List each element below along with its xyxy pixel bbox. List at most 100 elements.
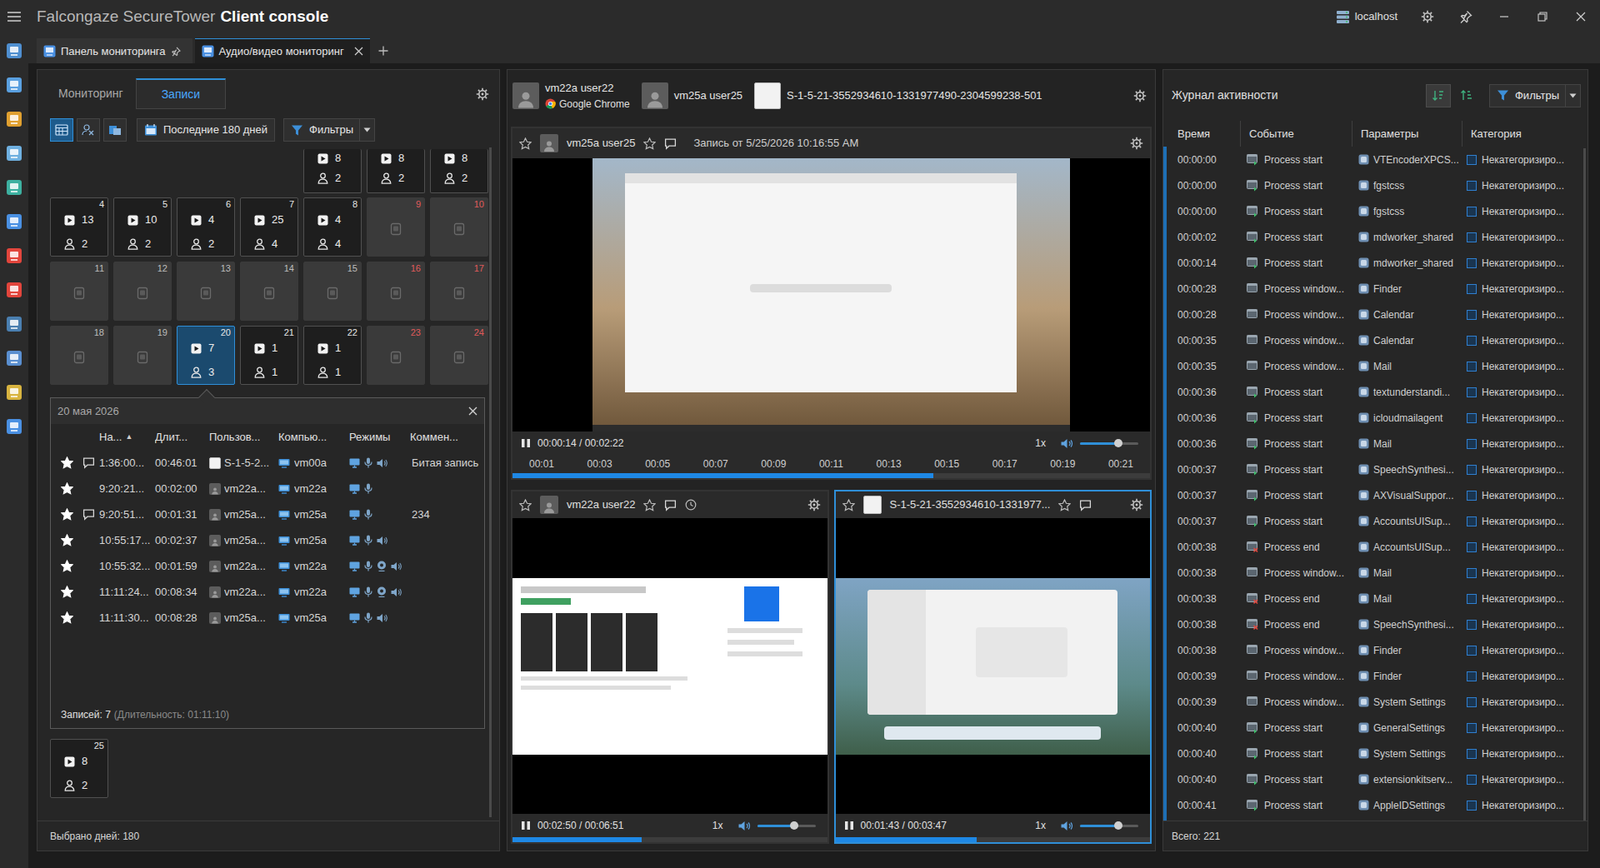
activity-row[interactable]: 00:00:40Process startextensionkitserv...… xyxy=(1166,766,1581,793)
calendar-cell[interactable]: 23 xyxy=(366,325,425,385)
activity-row[interactable]: 00:00:38Process endSpeechSynthesi...Нека… xyxy=(1166,611,1581,638)
calendar-cell[interactable]: 14 xyxy=(240,261,299,321)
calendar-cell[interactable]: 2211 xyxy=(303,325,362,385)
server-indicator[interactable]: localhost xyxy=(1335,8,1398,25)
calendar-cell[interactable]: 17 xyxy=(430,261,489,321)
pause-icon[interactable] xyxy=(520,438,531,449)
volume-icon[interactable] xyxy=(738,820,751,832)
activity-scrollbar[interactable] xyxy=(1580,146,1588,821)
view-button[interactable] xyxy=(103,118,127,142)
column-header[interactable]: Категория xyxy=(1461,120,1580,147)
dashboard-icon[interactable] xyxy=(5,42,23,60)
activity-row[interactable]: 00:00:36Process startMailНекатегоризиро.… xyxy=(1166,430,1581,457)
favorite-user-star-icon[interactable] xyxy=(842,499,855,512)
day-box[interactable]: 82 xyxy=(430,149,489,194)
calendar-scrollbar[interactable] xyxy=(489,147,492,818)
volume-knob[interactable] xyxy=(1114,439,1123,448)
day-box[interactable]: 14 xyxy=(240,261,299,321)
column-header[interactable]: Коммен... xyxy=(410,429,485,446)
calendar-cell[interactable]: 82 xyxy=(303,149,362,194)
playback-speed[interactable]: 1x xyxy=(1035,435,1046,451)
calendar-cell[interactable]: 12 xyxy=(113,261,172,321)
clock-icon[interactable] xyxy=(685,499,697,511)
column-header[interactable]: На...▲ xyxy=(99,429,155,446)
calendar-cell[interactable]: 2582 xyxy=(50,739,109,799)
column-header[interactable]: Время xyxy=(1166,120,1240,147)
day-box[interactable]: 2582 xyxy=(50,739,109,799)
calendar-cell[interactable]: 16 xyxy=(366,261,425,321)
player-settings-gear-icon[interactable] xyxy=(1130,136,1144,150)
calendar-cell[interactable]: 11 xyxy=(50,261,109,321)
pause-icon[interactable] xyxy=(844,820,855,831)
activity-row[interactable]: 00:00:38Process endMailНекатегоризиро... xyxy=(1166,585,1581,612)
calendar-cell[interactable]: 4132 xyxy=(50,197,109,257)
volume-knob[interactable] xyxy=(790,821,799,830)
activity-row[interactable]: 00:00:37Process startSpeechSynthesi...Не… xyxy=(1166,456,1581,483)
session-item[interactable]: vm25a user25 xyxy=(641,82,743,110)
calendar-cell[interactable]: 82 xyxy=(366,149,425,194)
video-player[interactable]: S-1-5-21-3552934610-1331977...00:01:43 /… xyxy=(834,490,1153,845)
day-box[interactable]: 2211 xyxy=(303,325,362,385)
menu-icon[interactable] xyxy=(6,10,22,24)
popup-close-icon[interactable] xyxy=(468,406,478,416)
progress-track[interactable] xyxy=(835,837,1151,843)
reports-icon[interactable] xyxy=(5,384,23,401)
security-icon[interactable] xyxy=(5,281,23,299)
dropdown-caret-icon[interactable] xyxy=(363,127,371,133)
calendar-cell[interactable]: 19 xyxy=(113,325,172,385)
calendar-cell[interactable]: 2111 xyxy=(240,325,299,385)
activity-row[interactable]: 00:00:14Process startmdworker_sharedНека… xyxy=(1166,250,1581,276)
volume-icon[interactable] xyxy=(1060,820,1074,832)
video-player[interactable]: vm22a user2200:02:50 / 00:06:511x xyxy=(510,490,830,845)
day-box[interactable]: 11 xyxy=(50,261,109,321)
progress-track[interactable] xyxy=(512,837,828,843)
activity-row[interactable]: 00:00:35Process window...MailНекатегориз… xyxy=(1166,353,1581,380)
activity-row[interactable]: 00:00:38Process window...FinderНекатегор… xyxy=(1166,637,1581,664)
add-comment-icon[interactable] xyxy=(664,137,677,150)
day-box[interactable]: 844 xyxy=(303,197,362,257)
activity-row[interactable]: 00:00:36Process starttextunderstandi...Н… xyxy=(1166,379,1581,405)
monitor-icon[interactable] xyxy=(5,418,23,435)
add-comment-icon[interactable] xyxy=(1079,499,1092,512)
restore-icon[interactable] xyxy=(1537,11,1548,22)
day-box[interactable]: 82 xyxy=(366,149,425,194)
user-search-icon[interactable] xyxy=(5,145,23,162)
favorite-user-star-icon[interactable] xyxy=(519,137,532,150)
activity-row[interactable]: 00:00:35Process window...CalendarНекатег… xyxy=(1166,327,1581,354)
activity-row[interactable]: 00:00:40Process startSystem SettingsНека… xyxy=(1166,740,1581,767)
activity-row[interactable]: 00:00:39Process window...FinderНекатегор… xyxy=(1166,663,1581,690)
calendar-cell[interactable]: 13 xyxy=(176,261,235,321)
activity-row[interactable]: 00:00:40Process startGeneralSettingsНека… xyxy=(1166,715,1581,741)
day-box[interactable]: 4132 xyxy=(50,197,109,257)
activity-row[interactable]: 00:00:00Process startVTEncoderXPCS...Нек… xyxy=(1166,146,1581,173)
sort-button[interactable] xyxy=(1454,84,1480,108)
volume-slider[interactable] xyxy=(757,825,816,828)
day-box[interactable]: 10 xyxy=(430,197,489,257)
day-box[interactable]: 16 xyxy=(366,261,425,321)
day-box[interactable]: 23 xyxy=(366,325,425,385)
playback-speed[interactable]: 1x xyxy=(712,818,724,834)
close-icon[interactable] xyxy=(1575,11,1586,22)
day-box[interactable]: 642 xyxy=(176,197,235,257)
pause-icon[interactable] xyxy=(520,820,531,831)
favorite-record-star-icon[interactable] xyxy=(643,137,656,150)
player-settings-gear-icon[interactable] xyxy=(807,498,821,512)
search-icon[interactable] xyxy=(5,76,23,94)
video-player[interactable]: vm25a user25Запись от 5/25/2026 10:16:55… xyxy=(510,126,1152,480)
day-box[interactable]: 7254 xyxy=(240,197,299,257)
column-header[interactable]: Режимы xyxy=(349,429,410,446)
mode-tab[interactable]: Мониторинг xyxy=(45,78,136,110)
video-view[interactable] xyxy=(512,158,1150,432)
record-comment-icon[interactable] xyxy=(82,456,95,470)
playback-speed[interactable]: 1x xyxy=(1035,818,1046,834)
add-tab-icon[interactable] xyxy=(378,45,389,56)
activity-row[interactable]: 00:00:37Process startAccountsUISup...Нек… xyxy=(1166,508,1581,535)
column-header[interactable]: Пользов... xyxy=(209,429,279,446)
alert-icon[interactable] xyxy=(5,247,23,265)
day-box[interactable]: 19 xyxy=(113,325,172,385)
activity-row[interactable]: 00:00:28Process window...CalendarНекатег… xyxy=(1166,301,1581,328)
calendar-cell[interactable]: 9 xyxy=(366,197,425,257)
activity-row[interactable]: 00:00:28Process window...FinderНекатегор… xyxy=(1166,275,1581,302)
favorite-user-star-icon[interactable] xyxy=(519,499,532,512)
minimize-icon[interactable] xyxy=(1499,11,1510,22)
